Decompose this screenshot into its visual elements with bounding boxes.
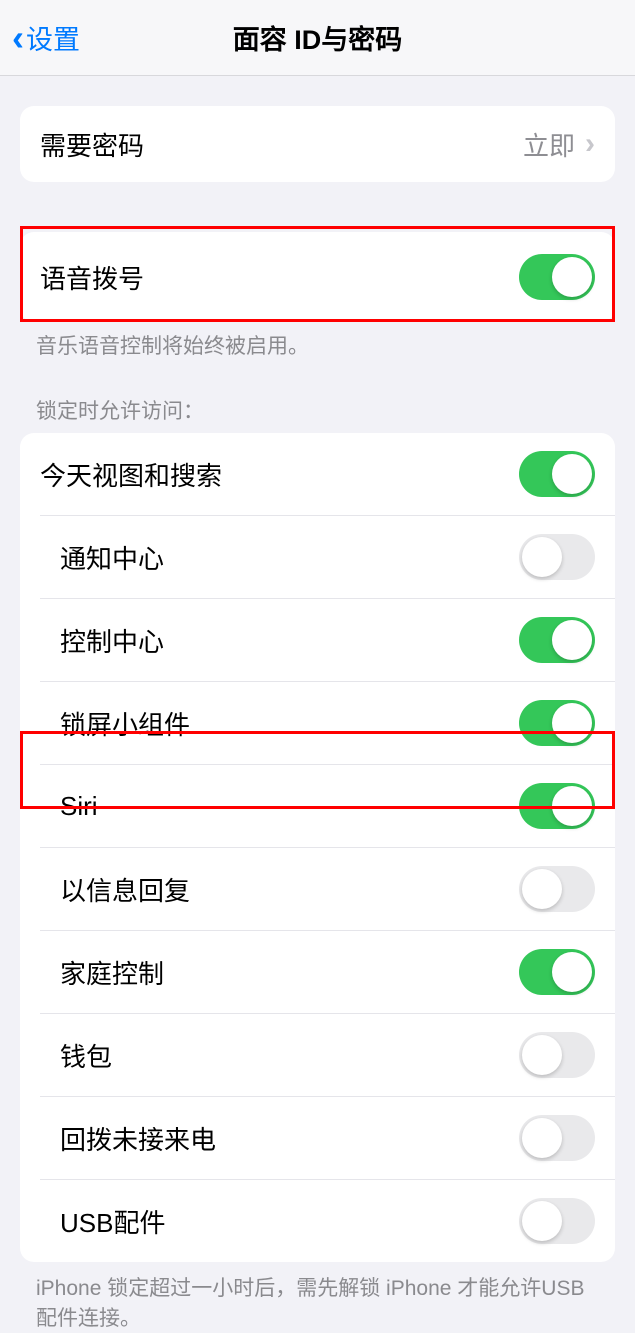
lock-access-label: 通知中心: [60, 539, 164, 576]
lock-access-label: 以信息回复: [60, 871, 190, 908]
lock-access-label: 家庭控制: [60, 954, 164, 991]
lock-access-toggle[interactable]: [519, 949, 595, 995]
toggle-knob: [552, 703, 592, 743]
require-passcode-row[interactable]: 需要密码 立即 ›: [20, 106, 615, 182]
chevron-right-icon: ›: [585, 127, 595, 161]
chevron-left-icon: ‹: [12, 20, 24, 56]
require-passcode-group: 需要密码 立即 ›: [20, 106, 615, 182]
toggle-knob: [522, 537, 562, 577]
toggle-knob: [552, 620, 592, 660]
lock-access-toggle[interactable]: [519, 451, 595, 497]
lock-access-header: 锁定时允许访问：: [0, 361, 635, 433]
back-label: 设置: [26, 18, 80, 57]
lock-access-toggle[interactable]: [519, 617, 595, 663]
lock-access-label: 钱包: [60, 1037, 112, 1074]
lock-access-row[interactable]: 回拨未接来电: [40, 1096, 615, 1179]
lock-access-toggle[interactable]: [519, 1115, 595, 1161]
lock-access-toggle[interactable]: [519, 534, 595, 580]
voice-dial-label: 语音拨号: [40, 259, 144, 296]
lock-access-label: 控制中心: [60, 622, 164, 659]
lock-access-row[interactable]: 锁屏小组件: [40, 681, 615, 764]
require-passcode-label: 需要密码: [40, 126, 144, 163]
lock-access-row[interactable]: 通知中心: [40, 515, 615, 598]
voice-dial-footer: 音乐语音控制将始终被启用。: [0, 322, 635, 361]
lock-access-row[interactable]: 钱包: [40, 1013, 615, 1096]
toggle-knob: [552, 257, 592, 297]
toggle-knob: [552, 952, 592, 992]
lock-access-label: USB配件: [60, 1203, 165, 1240]
toggle-knob: [522, 1201, 562, 1241]
lock-access-toggle[interactable]: [519, 866, 595, 912]
toggle-knob: [522, 1118, 562, 1158]
page-title: 面容 ID与密码: [233, 18, 403, 57]
lock-access-label: 回拨未接来电: [60, 1120, 216, 1157]
lock-access-toggle[interactable]: [519, 700, 595, 746]
back-button[interactable]: ‹ 设置: [0, 18, 80, 57]
require-passcode-value: 立即: [523, 126, 575, 163]
lock-access-row[interactable]: Siri: [40, 764, 615, 847]
lock-access-row[interactable]: 家庭控制: [40, 930, 615, 1013]
usb-footer: iPhone 锁定超过一小时后，需先解锁 iPhone 才能允许USB 配件连接…: [0, 1262, 635, 1333]
voice-dial-group: 语音拨号: [20, 232, 615, 322]
lock-access-label: 今天视图和搜索: [40, 456, 222, 493]
toggle-knob: [552, 786, 592, 826]
lock-access-toggle[interactable]: [519, 1032, 595, 1078]
lock-access-toggle[interactable]: [519, 783, 595, 829]
lock-access-label: Siri: [60, 791, 98, 822]
lock-access-row[interactable]: 今天视图和搜索: [20, 433, 615, 515]
lock-access-row[interactable]: USB配件: [40, 1179, 615, 1262]
toggle-knob: [522, 869, 562, 909]
lock-access-label: 锁屏小组件: [60, 705, 190, 742]
lock-access-group: 今天视图和搜索通知中心控制中心锁屏小组件 Siri 以信息回复家庭控制钱包回拨未接来…: [20, 433, 615, 1262]
toggle-knob: [522, 1035, 562, 1075]
lock-access-toggle[interactable]: [519, 1198, 595, 1244]
voice-dial-row[interactable]: 语音拨号: [20, 232, 615, 322]
toggle-knob: [552, 454, 592, 494]
lock-access-row[interactable]: 以信息回复: [40, 847, 615, 930]
navigation-bar: ‹ 设置 面容 ID与密码: [0, 0, 635, 76]
voice-dial-toggle[interactable]: [519, 254, 595, 300]
lock-access-row[interactable]: 控制中心: [40, 598, 615, 681]
